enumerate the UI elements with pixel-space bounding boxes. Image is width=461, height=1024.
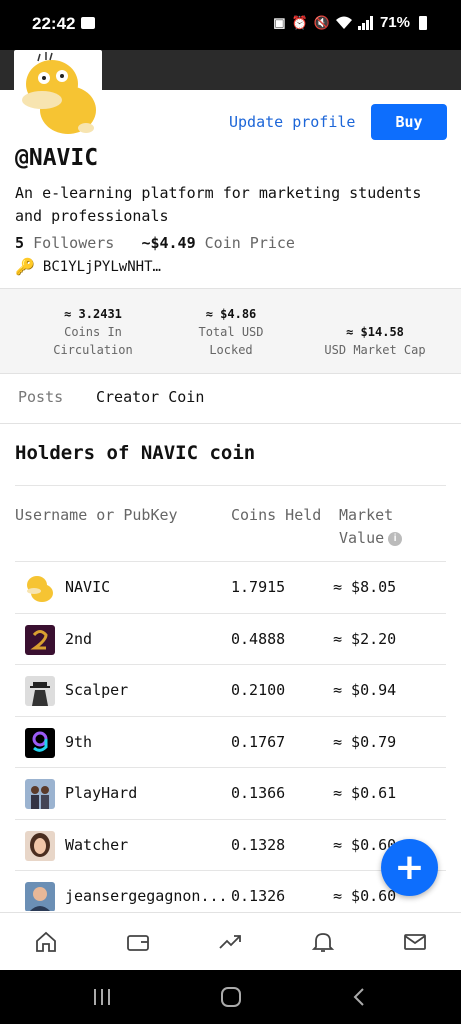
wallet-icon[interactable]: [125, 929, 151, 955]
metric-usd-market-cap: ≈ $14.58 USD Market Cap: [316, 323, 434, 359]
create-post-fab[interactable]: +: [381, 839, 438, 896]
holder-name: 2nd: [65, 629, 93, 648]
holder-coins: 0.1767: [231, 732, 286, 751]
holders-table-header: Username or PubKey Coins Held Market Val…: [15, 485, 446, 561]
table-row[interactable]: NAVIC 1.7915 ≈ $8.05: [15, 561, 446, 613]
status-icons: ▣ ⏰ 🔇 71%: [273, 14, 427, 31]
metric-label: Coins In: [64, 325, 122, 339]
table-row[interactable]: 2nd 0.4888 ≈ $2.20: [15, 612, 446, 665]
holder-value: ≈ $0.94: [333, 681, 397, 699]
update-profile-link[interactable]: Update profile: [229, 113, 355, 131]
table-row[interactable]: Scalper 0.2100 ≈ $0.94: [15, 664, 446, 716]
avatar: [25, 830, 55, 861]
holders-title: Holders of NAVIC coin: [15, 442, 256, 464]
holder-coins: 0.4888: [231, 629, 286, 648]
signal-icon: [357, 15, 373, 30]
battery-icon: [419, 15, 427, 30]
metric-label: Circulation: [53, 343, 133, 357]
column-coins-held: Coins Held: [231, 506, 322, 524]
metric-label: Locked: [209, 343, 253, 357]
mute-icon: 🔇: [313, 14, 330, 30]
coin-metrics: ≈ 3.2431 Coins In Circulation ≈ $4.86 To…: [0, 288, 461, 374]
avatar: [25, 676, 55, 706]
metric-value: ≈ $4.86: [205, 307, 257, 321]
tab-creator-coin[interactable]: Creator Coin: [96, 388, 204, 406]
avatar: [25, 624, 55, 655]
holder-name: jeansergegagnon...: [65, 887, 228, 905]
info-icon[interactable]: i: [388, 531, 403, 546]
table-row[interactable]: 9th 0.1767 ≈ $0.79: [15, 715, 446, 768]
profile-username: @NAVIC: [15, 145, 99, 171]
avatar: [25, 727, 55, 758]
alarm-icon: ⏰: [291, 14, 308, 30]
battery-percent: 71%: [379, 14, 410, 31]
holder-name: Scalper: [65, 681, 129, 699]
holder-value: ≈ $2.20: [333, 629, 397, 648]
back-icon[interactable]: [352, 987, 366, 1007]
mail-icon[interactable]: [402, 929, 428, 955]
wifi-icon: [335, 16, 352, 29]
public-key-row[interactable]: 🔑 BC1YLjPYLwNHT…: [15, 257, 161, 276]
followers-count: 5: [15, 234, 25, 252]
home-icon[interactable]: [33, 929, 59, 955]
bell-icon[interactable]: [310, 929, 336, 955]
holder-name: NAVIC: [65, 578, 111, 596]
holder-name: PlayHard: [65, 784, 138, 802]
avatar: [25, 779, 55, 809]
column-username: Username or PubKey: [15, 506, 178, 524]
holder-value: ≈ $0.61: [333, 784, 397, 802]
metric-label: Total USD: [198, 325, 264, 339]
recent-apps-icon[interactable]: [92, 988, 112, 1006]
holder-value: ≈ $0.60: [333, 887, 397, 905]
system-navigation-bar: [0, 970, 461, 1024]
table-row[interactable]: PlayHard 0.1366 ≈ $0.61: [15, 767, 446, 819]
profile-stats: 5 Followers ~$4.49 Coin Price: [15, 234, 295, 252]
status-bar: 22:42 ▣ ⏰ 🔇 71%: [0, 0, 461, 50]
holder-value: ≈ $8.05: [333, 578, 397, 596]
coin-price-label: Coin Price: [204, 234, 295, 252]
status-time: 22:42: [32, 14, 76, 33]
avatar: [25, 882, 55, 911]
trending-icon[interactable]: [218, 929, 244, 955]
key-icon: 🔑: [15, 257, 35, 276]
home-button-icon[interactable]: [220, 987, 242, 1007]
buy-button[interactable]: Buy: [371, 104, 447, 140]
coin-price-value: ~$4.49: [141, 234, 196, 252]
holder-coins: 0.1326: [231, 887, 286, 905]
metric-value: ≈ 3.2431: [64, 307, 122, 321]
holder-coins: 0.1366: [231, 784, 286, 802]
metric-label: USD Market Cap: [324, 343, 426, 357]
avatar: [25, 573, 55, 603]
metric-total-usd-locked: ≈ $4.86 Total USD Locked: [170, 305, 292, 359]
public-key: BC1YLjPYLwNHT…: [42, 258, 161, 275]
holder-coins: 1.7915: [231, 578, 286, 596]
metric-value: ≈ $14.58: [346, 325, 404, 339]
holder-coins: 0.2100: [231, 681, 286, 699]
holder-name: 9th: [65, 732, 93, 751]
message-notification-icon: [81, 17, 95, 29]
screenshot-icon: ▣: [273, 14, 286, 30]
profile-avatar: [14, 50, 102, 138]
holder-coins: 0.1328: [231, 835, 286, 854]
holder-value: ≈ $0.79: [333, 732, 397, 751]
column-market-value-line2: Value: [339, 529, 385, 547]
profile-description: An e-learning platform for marketing stu…: [15, 184, 422, 225]
column-market-value-line1: Market: [339, 506, 394, 524]
column-market-value: Market Value i: [339, 504, 403, 550]
holder-name: Watcher: [65, 835, 129, 854]
tab-posts[interactable]: Posts: [18, 388, 63, 406]
profile-tabs: Posts Creator Coin: [0, 374, 461, 424]
duck-avatar-image: [22, 52, 96, 134]
followers-label[interactable]: Followers: [33, 234, 114, 252]
metric-coins-in-circulation: ≈ 3.2431 Coins In Circulation: [30, 305, 156, 359]
bottom-nav: [0, 912, 461, 970]
